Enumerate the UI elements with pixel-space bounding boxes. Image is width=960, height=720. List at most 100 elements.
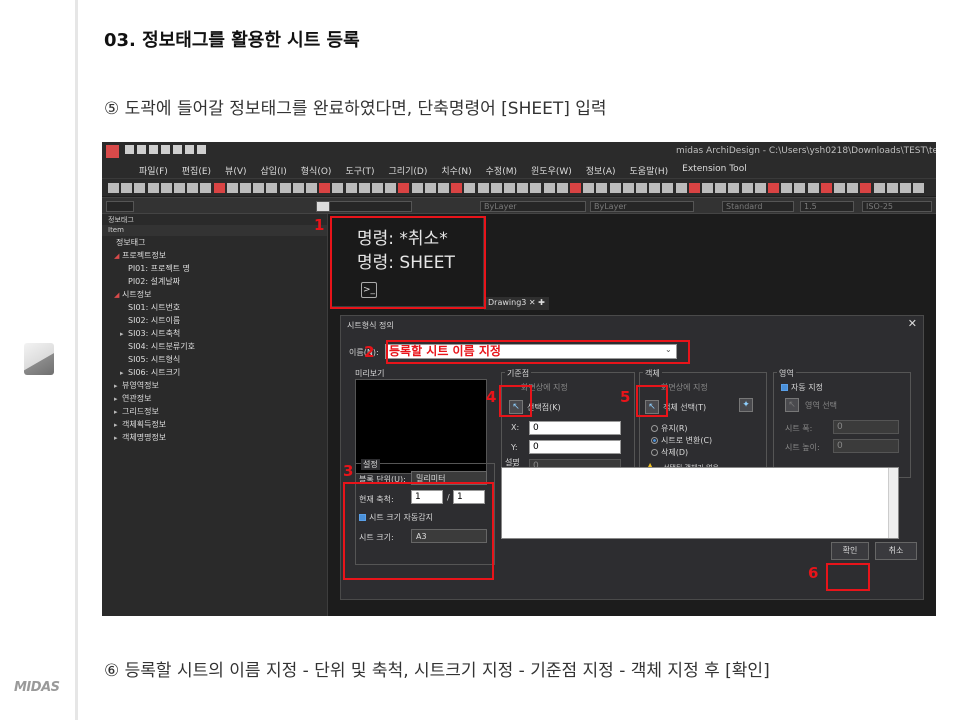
toolbar-tool-icon[interactable] [411, 183, 423, 193]
tree-item[interactable]: ◢ 프로젝트정보 [102, 249, 327, 262]
redo-icon[interactable] [197, 145, 206, 154]
menu-view[interactable]: 뷰(V) [218, 160, 253, 178]
tree-item[interactable]: ◢ 시트정보 [102, 288, 327, 301]
toolbar-tool-icon[interactable] [240, 183, 251, 193]
tree-item[interactable]: SI02: 시트이름 [102, 314, 327, 327]
tree-item[interactable]: PI02: 설계날짜 [102, 275, 327, 288]
page-thumbnail-icon[interactable] [24, 343, 54, 375]
convert-option[interactable]: 시트로 변환(C) [651, 435, 712, 446]
toolbar-tool-icon[interactable] [147, 183, 159, 193]
menu-format[interactable]: 형식(O) [294, 160, 339, 178]
toolbar-tool-icon[interactable] [253, 183, 265, 193]
description-textarea[interactable] [501, 467, 899, 539]
toolbar-tool-icon[interactable] [807, 183, 819, 193]
retain-option[interactable]: 유지(R) [651, 423, 688, 434]
menu-tools[interactable]: 도구(T) [338, 160, 381, 178]
toolbar-tool-icon[interactable] [873, 183, 885, 193]
toolbar-tool-icon[interactable] [834, 183, 845, 193]
tree-item[interactable]: SI05: 시트형식 [102, 353, 327, 366]
toolbar-tool-icon[interactable] [464, 183, 476, 193]
select-objects-icon[interactable]: ↖ [645, 400, 659, 414]
menu-draw[interactable]: 그리기(D) [382, 160, 435, 178]
menu-extension[interactable]: Extension Tool [675, 160, 754, 178]
close-icon[interactable]: ✕ [908, 317, 917, 330]
toolbar-tool-icon[interactable] [108, 183, 119, 193]
unit-select[interactable]: 밀리미터 [411, 471, 487, 485]
toolbar-tool-icon[interactable] [345, 183, 357, 193]
toolbar-tool-icon[interactable] [570, 183, 581, 193]
toolbar-tool-icon[interactable] [306, 183, 317, 193]
toolbar-tool-icon[interactable] [398, 183, 410, 193]
toolbar-tool-icon[interactable] [477, 183, 489, 193]
toolbar-tool-icon[interactable] [754, 183, 766, 193]
toolbar-tool-icon[interactable] [121, 183, 133, 193]
menu-file[interactable]: 파일(F) [132, 160, 175, 178]
delete-radio[interactable] [651, 449, 658, 456]
toolbar-tool-icon[interactable] [886, 183, 898, 193]
toolbar-tool-icon[interactable] [385, 183, 397, 193]
toolbar-tool-icon[interactable] [781, 183, 793, 193]
toolbar-tool-icon[interactable] [187, 183, 199, 193]
tree-item[interactable]: ▸ 뷰영역정보 [102, 379, 327, 392]
menu-window[interactable]: 윈도우(W) [524, 160, 579, 178]
undo-icon[interactable] [185, 145, 194, 154]
toolbar-tool-icon[interactable] [424, 183, 436, 193]
menu-insert[interactable]: 삽입(I) [254, 160, 294, 178]
menu-dimension[interactable]: 치수(N) [434, 160, 478, 178]
tree-item[interactable]: ▸ SI06: 시트크기 [102, 366, 327, 379]
toolbar-tool-icon[interactable] [279, 183, 291, 193]
retain-radio[interactable] [651, 425, 658, 432]
toolbar-tool-icon[interactable] [438, 183, 449, 193]
tree-item[interactable]: 정보태그 [102, 236, 327, 249]
toolbar-tool-icon[interactable] [636, 183, 647, 193]
menu-edit[interactable]: 편집(E) [175, 160, 218, 178]
x-input[interactable]: 0 [529, 421, 621, 435]
toolbar-tool-icon[interactable] [913, 183, 925, 193]
pick-point-icon[interactable]: ↖ [509, 400, 523, 414]
tree-item[interactable]: SI01: 시트번호 [102, 301, 327, 314]
toolbar-tool-icon[interactable] [134, 183, 146, 193]
toolbar-tool-icon[interactable] [213, 183, 225, 193]
chevron-down-icon[interactable]: ⌄ [665, 345, 672, 354]
menu-info[interactable]: 정보(A) [579, 160, 623, 178]
layer-state-control[interactable] [106, 201, 134, 212]
toolbar-tool-icon[interactable] [675, 183, 687, 193]
menu-help[interactable]: 도움말(H) [623, 160, 676, 178]
toolbar-tool-icon[interactable] [688, 183, 700, 193]
toolbar-tool-icon[interactable] [556, 183, 568, 193]
print-icon[interactable] [173, 145, 182, 154]
menu-modify[interactable]: 수정(M) [479, 160, 524, 178]
toolbar-tool-icon[interactable] [820, 183, 832, 193]
toolbar-tool-icon[interactable] [226, 183, 238, 193]
description-scrollbar[interactable] [888, 468, 898, 538]
toolbar-tool-icon[interactable] [319, 183, 331, 193]
delete-option[interactable]: 삭제(D) [651, 447, 688, 458]
autosize-checkbox[interactable] [359, 514, 366, 521]
new-file-icon[interactable] [125, 145, 134, 154]
toolbar-tool-icon[interactable] [200, 183, 212, 193]
lineweight-control[interactable]: ByLayer [590, 201, 694, 212]
toolbar-tool-icon[interactable] [266, 183, 278, 193]
toolbar-tool-icon[interactable] [596, 183, 608, 193]
toolbar-tool-icon[interactable] [662, 183, 674, 193]
drawing-tab[interactable]: Drawing3 ✕ ✚ [484, 297, 549, 310]
scale-denominator-input[interactable]: 1 [453, 490, 485, 504]
tree-item[interactable]: ▸ SI03: 시트축척 [102, 327, 327, 340]
dim-style-control[interactable]: ISO-25 [862, 201, 932, 212]
quick-select-icon[interactable]: ✦ [739, 398, 753, 412]
tree-item[interactable]: ▸ 그리드정보 [102, 405, 327, 418]
cancel-button[interactable]: 취소 [875, 542, 917, 560]
scale-numerator-input[interactable]: 1 [411, 490, 443, 504]
toolbar-tool-icon[interactable] [702, 183, 713, 193]
convert-radio[interactable] [651, 437, 658, 444]
toolbar-tool-icon[interactable] [728, 183, 740, 193]
tree-item[interactable]: ▸ 객체획득정보 [102, 418, 327, 431]
y-input[interactable]: 0 [529, 440, 621, 454]
toolbar-tool-icon[interactable] [160, 183, 172, 193]
linetype-control[interactable]: ByLayer [480, 201, 586, 212]
tree-item[interactable]: ▸ 객체명명정보 [102, 431, 327, 444]
toolbar-tool-icon[interactable] [504, 183, 515, 193]
toolbar-tool-icon[interactable] [794, 183, 806, 193]
toolbar-tool-icon[interactable] [741, 183, 753, 193]
layer-control[interactable] [316, 201, 412, 212]
